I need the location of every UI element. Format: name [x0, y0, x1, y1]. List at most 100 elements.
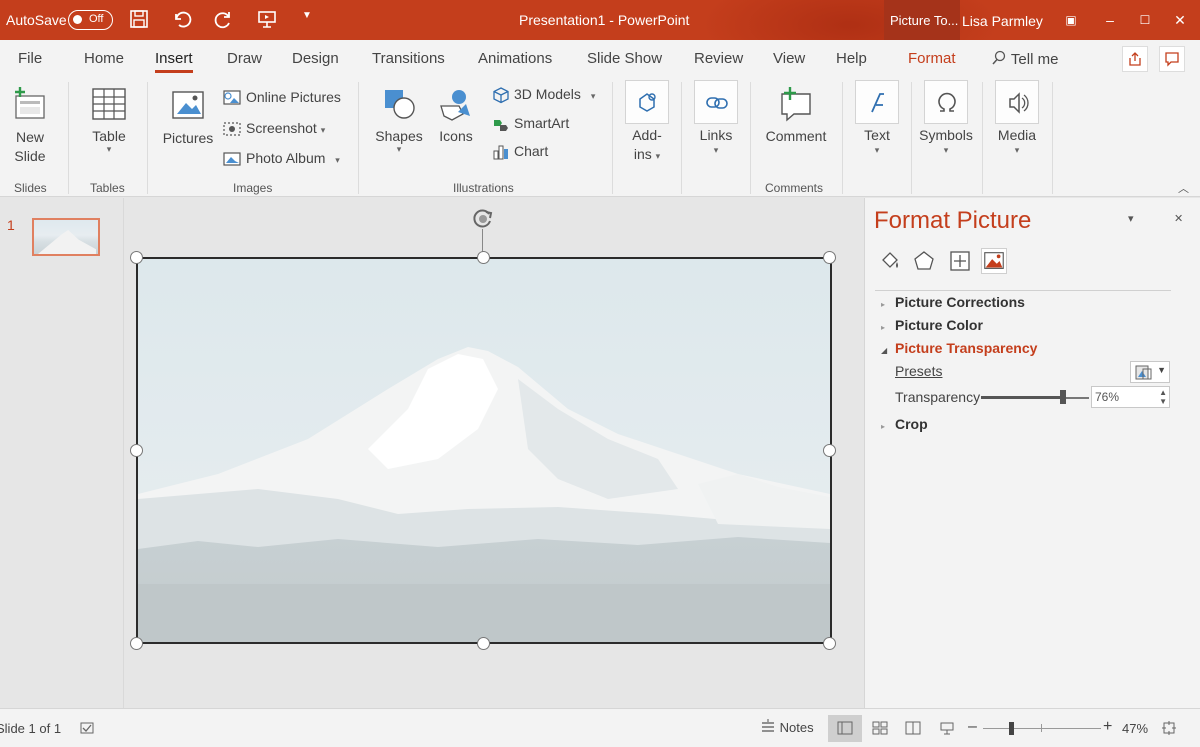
tab-design[interactable]: Design — [292, 50, 339, 67]
ribbon-display-options-icon[interactable]: ▣ — [1061, 10, 1081, 30]
group-separator — [1052, 82, 1053, 194]
new-slide-icon — [15, 87, 45, 119]
presets-dropdown[interactable]: ▼ — [1130, 361, 1170, 383]
group-separator — [68, 82, 69, 194]
new-comment-button[interactable]: Comment — [764, 86, 828, 144]
icons-button[interactable]: Icons — [436, 86, 476, 144]
zoom-slider-track[interactable] — [983, 728, 1101, 729]
comments-button[interactable] — [1159, 46, 1185, 72]
text-label: Text — [864, 127, 890, 143]
autosave-toggle[interactable]: Off — [68, 10, 113, 30]
rotate-handle-icon[interactable] — [470, 206, 496, 232]
link-icon — [706, 97, 728, 109]
zoom-out-icon[interactable]: – — [968, 718, 977, 736]
reading-view-button[interactable] — [896, 715, 930, 742]
section-picture-corrections[interactable]: ▸ Picture Corrections — [881, 294, 1025, 310]
notes-button[interactable]: Notes — [760, 719, 814, 735]
present-from-beginning-icon[interactable] — [256, 8, 280, 32]
photo-album-button[interactable]: Photo Album ▾ — [222, 147, 340, 169]
spin-up-icon[interactable]: ▲ — [1159, 389, 1167, 397]
pane-close-icon[interactable]: ✕ — [1174, 212, 1183, 225]
screenshot-button[interactable]: Screenshot ▾ — [222, 117, 325, 139]
tab-draw[interactable]: Draw — [227, 50, 262, 67]
comment-icon — [1165, 52, 1179, 67]
tab-review[interactable]: Review — [694, 50, 743, 67]
zoom-in-icon[interactable]: + — [1103, 718, 1112, 736]
resize-handle-top-left[interactable] — [130, 251, 143, 264]
selected-picture[interactable] — [136, 257, 832, 644]
zoom-slider-thumb[interactable] — [1009, 722, 1014, 735]
tab-help[interactable]: Help — [836, 50, 867, 67]
chart-button[interactable]: Chart — [492, 140, 548, 162]
save-icon[interactable] — [128, 8, 152, 32]
share-button[interactable] — [1122, 46, 1148, 72]
media-button[interactable] — [995, 80, 1039, 124]
tab-file[interactable]: File — [18, 50, 42, 67]
minimize-icon[interactable]: – — [1100, 10, 1120, 30]
fit-to-window-icon[interactable] — [1162, 721, 1176, 735]
resize-handle-right[interactable] — [823, 444, 836, 457]
close-icon[interactable]: ✕ — [1170, 10, 1190, 30]
resize-handle-left[interactable] — [130, 444, 143, 457]
online-pictures-button[interactable]: Online Pictures — [222, 86, 341, 108]
3d-models-button[interactable]: 3D Models ▾ — [492, 83, 595, 105]
tab-animations[interactable]: Animations — [478, 50, 552, 67]
resize-handle-top-right[interactable] — [823, 251, 836, 264]
transparency-spinner[interactable]: 76% ▲ ▼ — [1091, 386, 1170, 408]
add-ins-button[interactable] — [625, 80, 669, 124]
symbols-button[interactable] — [924, 80, 968, 124]
tab-transitions[interactable]: Transitions — [372, 50, 445, 67]
add-ins-label-2: ins ▾ — [626, 145, 668, 166]
normal-view-button[interactable] — [828, 715, 862, 742]
maximize-icon[interactable]: ☐ — [1135, 10, 1155, 30]
section-crop[interactable]: ▸ Crop — [881, 416, 928, 432]
user-name[interactable]: Lisa Parmley — [962, 13, 1043, 29]
accessibility-check-icon[interactable] — [80, 721, 94, 735]
resize-handle-bottom-left[interactable] — [130, 637, 143, 650]
group-separator — [911, 82, 912, 194]
add-ins-label-1: Add- — [632, 127, 662, 143]
chevron-down-icon: ▾ — [335, 155, 340, 165]
section-picture-transparency[interactable]: ◢ Picture Transparency — [881, 340, 1037, 356]
omega-icon — [938, 92, 956, 112]
tab-home[interactable]: Home — [84, 50, 124, 67]
text-button[interactable] — [855, 80, 899, 124]
slide-thumbnail[interactable] — [32, 218, 100, 256]
shapes-button[interactable]: Shapes ▾ — [374, 86, 424, 155]
smartart-label: SmartArt — [514, 115, 570, 131]
resize-handle-bottom-right[interactable] — [823, 637, 836, 650]
tab-view[interactable]: View — [773, 50, 805, 67]
slide-sorter-button[interactable] — [863, 715, 897, 742]
undo-icon[interactable] — [170, 8, 194, 32]
picture-icon[interactable] — [981, 248, 1007, 274]
fill-line-icon[interactable] — [877, 248, 903, 274]
tab-format[interactable]: Format — [908, 50, 956, 67]
transparency-slider-thumb[interactable] — [1060, 390, 1067, 404]
spin-down-icon[interactable]: ▼ — [1159, 398, 1167, 406]
tell-me-search[interactable]: Tell me — [991, 50, 1058, 68]
size-properties-icon[interactable] — [947, 248, 973, 274]
pictures-button[interactable]: Pictures — [162, 88, 214, 146]
customize-toolbar-icon[interactable]: ▼ — [302, 10, 326, 34]
resize-handle-bottom[interactable] — [477, 637, 490, 650]
new-slide-button[interactable]: New Slide — [8, 84, 52, 166]
redo-icon[interactable] — [213, 8, 237, 32]
tab-slide-show[interactable]: Slide Show — [587, 50, 662, 67]
table-button[interactable]: Table ▾ — [88, 86, 130, 155]
tab-insert[interactable]: Insert — [155, 50, 193, 73]
links-button[interactable] — [694, 80, 738, 124]
expand-triangle-icon: ▸ — [881, 300, 886, 309]
picture-tools-contextual-tab[interactable]: Picture To... — [884, 0, 960, 40]
text-icon — [871, 93, 884, 113]
collapse-ribbon-icon[interactable]: ︿ — [1178, 180, 1189, 196]
slide-show-button[interactable] — [930, 715, 964, 742]
pane-options-icon[interactable]: ▾ — [1128, 212, 1134, 225]
smartart-button[interactable]: SmartArt — [492, 112, 569, 134]
notes-icon — [762, 719, 774, 732]
group-separator — [147, 82, 148, 194]
resize-handle-top[interactable] — [477, 251, 490, 264]
effects-icon[interactable] — [911, 248, 937, 274]
zoom-level[interactable]: 47% — [1122, 721, 1148, 736]
section-picture-color[interactable]: ▸ Picture Color — [881, 317, 983, 333]
transparency-value: 76% — [1095, 390, 1120, 404]
